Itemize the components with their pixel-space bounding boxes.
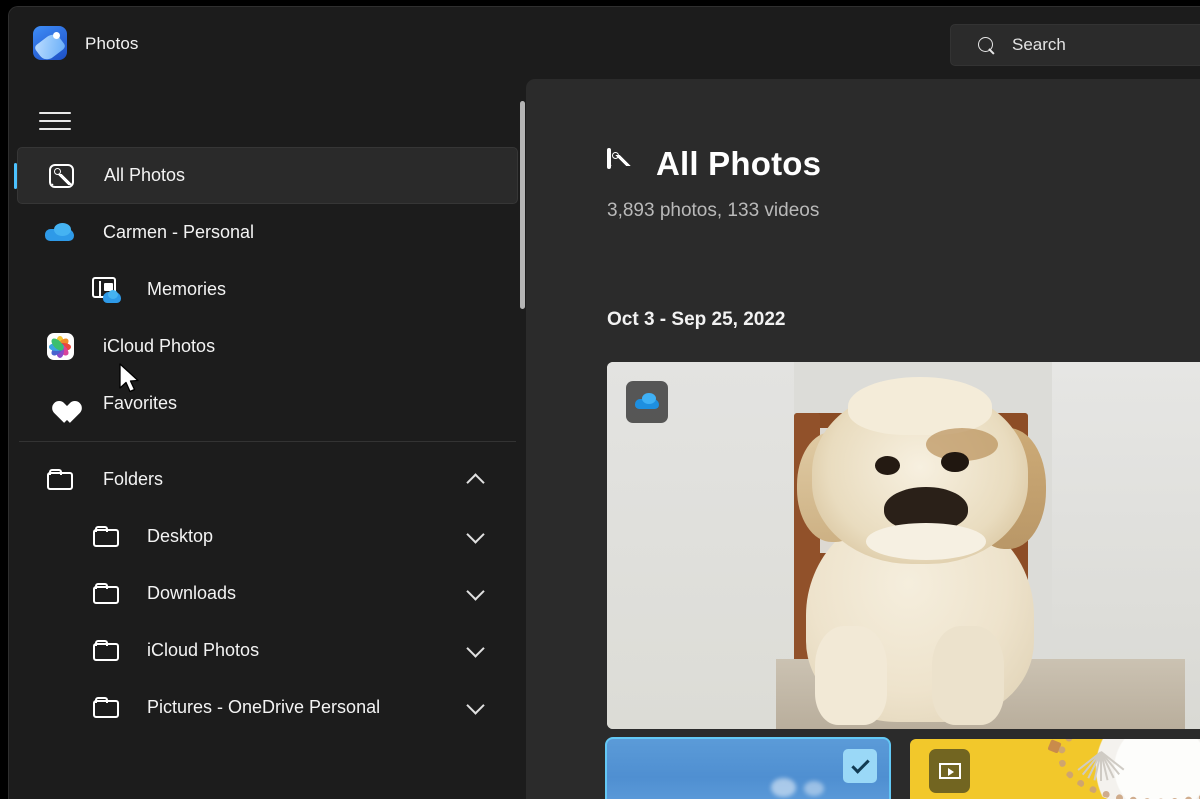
sidebar-item-memories[interactable]: Memories <box>17 261 518 318</box>
photo-thumbnail[interactable] <box>910 739 1200 799</box>
chevron-down-icon[interactable] <box>466 582 485 601</box>
hamburger-line <box>39 120 71 122</box>
sidebar-item-desktop[interactable]: Desktop <box>17 508 518 565</box>
mouse-cursor <box>118 363 142 395</box>
sidebar-scrollbar-thumb[interactable] <box>520 101 525 309</box>
sidebar-item-label: Pictures - OneDrive Personal <box>147 697 381 717</box>
search-placeholder: Search <box>1012 35 1066 54</box>
sidebar-item-label: Downloads <box>147 583 237 603</box>
app-icon-dot <box>53 32 60 39</box>
sidebar-item-folder-icloud-photos[interactable]: iCloud Photos <box>17 622 518 679</box>
sidebar-item-label: All Photos <box>104 165 186 185</box>
hamburger-line <box>39 112 71 114</box>
hamburger-line <box>39 128 71 130</box>
app-window-shell: Photos Search All Photos Carmen - Person… <box>8 6 1200 799</box>
folder-icon <box>91 636 121 666</box>
folder-icon <box>91 579 121 609</box>
page-title: All Photos <box>656 145 822 182</box>
folder-icon <box>91 522 121 552</box>
search-icon <box>977 36 996 55</box>
sidebar-item-carmen-personal[interactable]: Carmen - Personal <box>17 204 518 261</box>
page-header: All Photos 3,893 photos, 133 videos <box>607 145 821 222</box>
sidebar-item-icloud-photos[interactable]: iCloud Photos <box>17 318 518 375</box>
chevron-down-icon[interactable] <box>466 639 485 658</box>
video-badge <box>929 749 970 793</box>
photo-thumbnail[interactable] <box>605 737 891 799</box>
sidebar-item-label: iCloud Photos <box>147 640 260 660</box>
main-content: All Photos 3,893 photos, 133 videos Oct … <box>526 79 1200 799</box>
photo-icon <box>607 147 637 179</box>
film-icon <box>938 763 961 779</box>
sidebar-item-label: iCloud Photos <box>103 336 216 356</box>
photo-image <box>607 362 1200 729</box>
chevron-up-icon[interactable] <box>466 473 485 492</box>
sidebar-item-label: Carmen - Personal <box>103 222 255 242</box>
page-subtitle: 3,893 photos, 133 videos <box>607 200 820 221</box>
app-title: Photos <box>85 34 139 53</box>
folder-icon <box>45 465 75 495</box>
photos-app-icon <box>33 26 67 60</box>
app-icon-shape <box>33 31 67 60</box>
hamburger-icon[interactable] <box>35 101 75 141</box>
sidebar-item-downloads[interactable]: Downloads <box>17 565 518 622</box>
photo-grid <box>605 362 1200 799</box>
photo-thumbnail[interactable] <box>607 362 1200 729</box>
sidebar-item-label: Desktop <box>147 526 214 546</box>
onedrive-cloud-icon <box>45 218 75 248</box>
chevron-down-icon[interactable] <box>466 696 485 715</box>
sidebar-item-all-photos[interactable]: All Photos <box>14 147 518 204</box>
folder-icon <box>91 693 121 723</box>
sidebar: All Photos Carmen - Personal Memories iC… <box>9 79 526 799</box>
sidebar-item-label: Memories <box>147 279 227 299</box>
onedrive-cloud-badge <box>626 381 668 423</box>
sidebar-item-label: Favorites <box>103 393 178 413</box>
photo-icon <box>46 161 76 191</box>
sidebar-item-favorites[interactable]: Favorites <box>17 375 518 432</box>
sidebar-item-label: Folders <box>103 469 164 489</box>
icloud-photos-icon <box>45 332 75 362</box>
sidebar-item-pictures-onedrive[interactable]: Pictures - OneDrive Personal <box>17 679 518 736</box>
title-bar: Photos Search <box>9 7 1200 79</box>
sidebar-divider <box>19 441 516 442</box>
checkmark-icon[interactable] <box>843 749 877 783</box>
sidebar-item-folders[interactable]: Folders <box>17 451 518 508</box>
memories-cloud-icon <box>91 275 121 305</box>
heart-icon <box>45 389 75 419</box>
search-input[interactable]: Search <box>950 24 1200 66</box>
date-group-header: Oct 3 - Sep 25, 2022 <box>607 309 786 330</box>
chevron-down-icon[interactable] <box>466 525 485 544</box>
photos-app-window: Photos Search All Photos Carmen - Person… <box>0 0 1200 799</box>
sidebar-nav: All Photos Carmen - Personal Memories iC… <box>9 147 526 736</box>
